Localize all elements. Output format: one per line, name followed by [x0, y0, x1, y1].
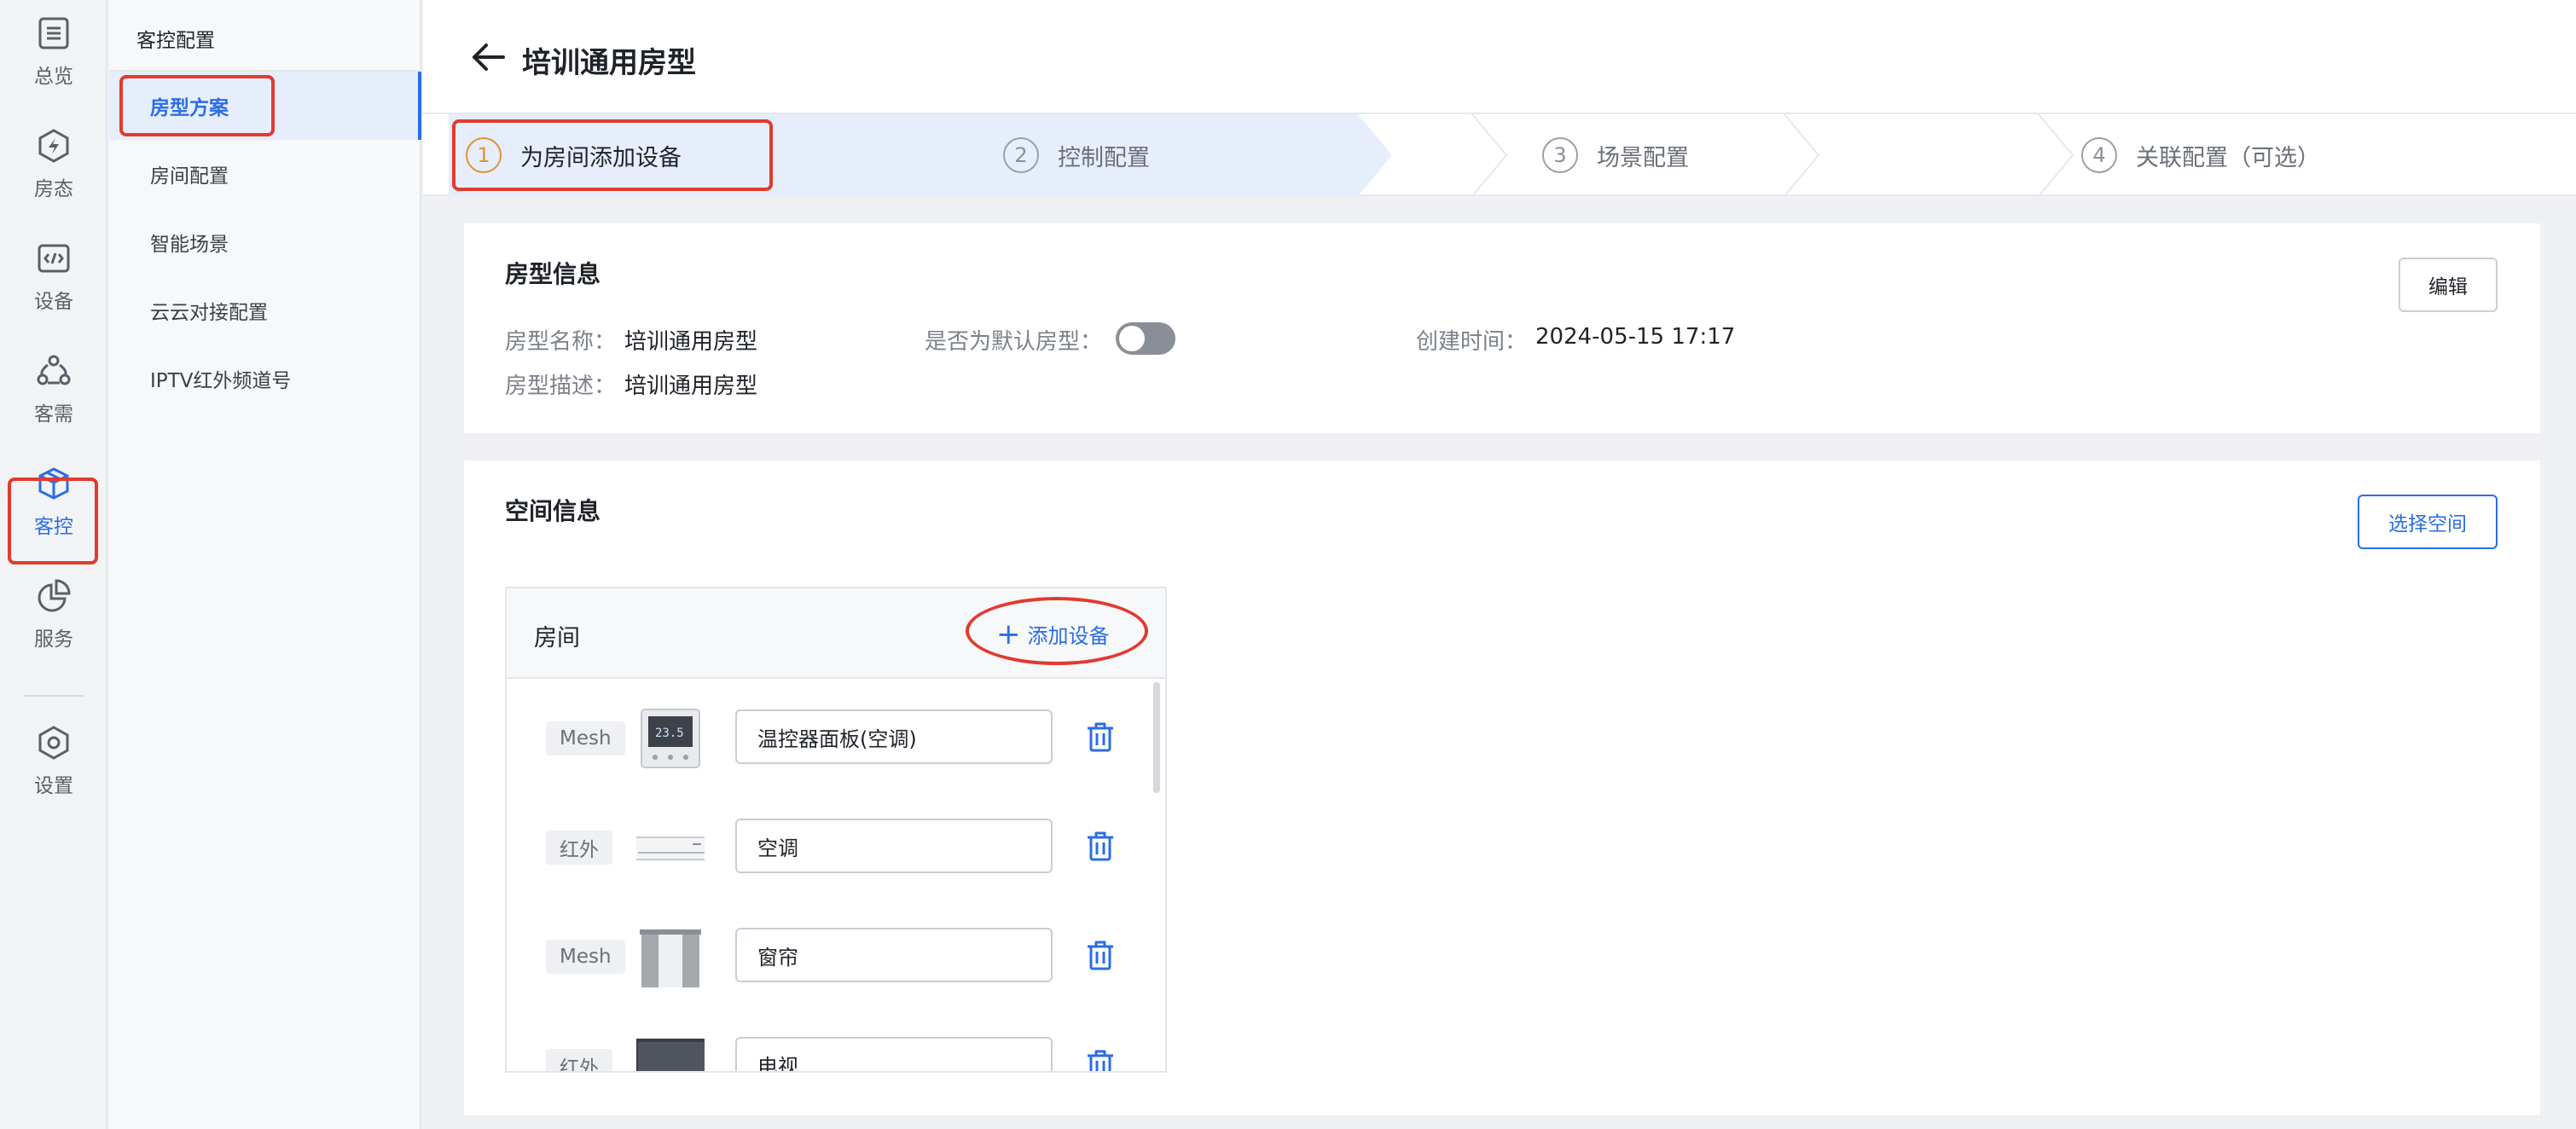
- hexagon-gear-icon: [38, 726, 69, 760]
- submenu-item-label: 房间配置: [150, 165, 229, 188]
- room-name-value: 培训通用房型: [624, 329, 758, 355]
- room-name-label: 房型名称：: [505, 329, 617, 355]
- submenu-item-iptv-channel[interactable]: IPTV红外频道号: [109, 344, 421, 413]
- room-panel: 房间 + 添加设备 Mesh 23.5 红外 M: [505, 587, 1167, 1073]
- submenu-title: 客控配置: [136, 30, 215, 52]
- edit-button[interactable]: 编辑: [2399, 258, 2498, 312]
- step-label: 场景配置: [1597, 144, 1689, 171]
- rail-item-room-status[interactable]: 房态: [0, 118, 107, 211]
- list-icon: [38, 17, 69, 49]
- step-label: 关联配置（可选）: [2136, 144, 2320, 171]
- room-type-info-title: 房型信息: [505, 260, 601, 288]
- step-number: 2: [1003, 137, 1039, 173]
- thermostat-icon: 23.5: [641, 709, 700, 768]
- step-3[interactable]: 3 场景配置: [1542, 114, 1689, 196]
- submenu-item-label: 房型方案: [150, 97, 229, 119]
- rail-label: 设备: [34, 291, 73, 313]
- device-row: Mesh: [507, 900, 1165, 1010]
- step-label: 控制配置: [1058, 144, 1150, 171]
- submenu-item-label: IPTV红外频道号: [150, 370, 292, 392]
- submenu: 客控配置 房型方案 房间配置 智能场景 云云对接配置 IPTV红外频道号: [109, 0, 421, 1129]
- rail-item-service[interactable]: 服务: [0, 568, 107, 662]
- room-header: 房间 + 添加设备: [507, 588, 1165, 679]
- protocol-tag: 红外: [546, 1049, 612, 1071]
- rail-item-settings[interactable]: 设置: [0, 715, 107, 808]
- step-2[interactable]: 2 控制配置: [1003, 114, 1150, 196]
- trash-icon[interactable]: [1083, 1047, 1117, 1073]
- trash-icon[interactable]: [1083, 938, 1117, 972]
- created-time-label: 创建时间：: [1416, 329, 1528, 355]
- rail-divider: [24, 695, 84, 697]
- device-row: 红外: [507, 1010, 1165, 1073]
- space-info-title: 空间信息: [505, 497, 601, 525]
- submenu-item-smart-scene[interactable]: 智能场景: [109, 208, 421, 276]
- protocol-tag: Mesh: [546, 940, 625, 974]
- rail-item-overview[interactable]: 总览: [0, 5, 107, 99]
- rail-item-device[interactable]: 设备: [0, 230, 107, 324]
- protocol-tag: 红外: [546, 831, 612, 865]
- pie-icon: [38, 579, 71, 612]
- submenu-item-room-config[interactable]: 房间配置: [109, 140, 421, 208]
- protocol-tag: Mesh: [546, 721, 625, 756]
- page-header: 培训通用房型: [423, 0, 2576, 114]
- device-name-input[interactable]: [735, 1037, 1053, 1071]
- code-icon: [38, 244, 70, 273]
- rail-label: 服务: [34, 628, 73, 651]
- step-4[interactable]: 4 关联配置（可选）: [2081, 114, 2320, 196]
- rail-label: 房态: [34, 178, 73, 200]
- icon-rail: 总览 房态 设备 客需 客控 服务 设置: [0, 0, 107, 1129]
- room-desc-value: 培训通用房型: [624, 373, 758, 399]
- step-1[interactable]: 1 为房间添加设备: [466, 114, 682, 196]
- submenu-item-label: 智能场景: [150, 234, 229, 256]
- arrow-left-icon[interactable]: [469, 38, 508, 77]
- tv-icon: [636, 1039, 705, 1071]
- trash-icon[interactable]: [1083, 829, 1117, 863]
- cube-icon: [38, 467, 69, 500]
- plus-icon: +: [996, 617, 1021, 651]
- rail-label: 客控: [34, 516, 73, 538]
- default-room-type-label: 是否为默认房型：: [925, 329, 1103, 355]
- submenu-item-cloud-integration[interactable]: 云云对接配置: [109, 276, 421, 344]
- rail-label: 设置: [34, 775, 73, 797]
- svg-text:23.5: 23.5: [655, 727, 684, 740]
- scrollbar-thumb[interactable]: [1153, 682, 1160, 793]
- air-conditioner-icon: [636, 837, 705, 860]
- device-name-input[interactable]: [735, 709, 1053, 764]
- rail-label: 总览: [34, 66, 73, 88]
- step-label: 为房间添加设备: [520, 144, 682, 171]
- submenu-item-label: 云云对接配置: [150, 302, 268, 324]
- bolt-icon: [38, 129, 69, 163]
- rail-label: 客需: [34, 403, 73, 426]
- add-device-button[interactable]: + 添加设备: [996, 619, 1110, 649]
- cluster-icon: [37, 355, 71, 385]
- step-number: 1: [466, 137, 502, 173]
- trash-icon[interactable]: [1083, 720, 1117, 754]
- rail-item-guest-control[interactable]: 客控: [0, 455, 107, 549]
- page-title: 培训通用房型: [522, 46, 696, 80]
- submenu-item-room-type-plan[interactable]: 房型方案: [109, 72, 421, 140]
- room-type-info-card: 房型信息 编辑 房型名称： 培训通用房型 是否为默认房型： 创建时间： 2024…: [464, 223, 2540, 433]
- curtain-icon: [640, 929, 701, 987]
- device-name-input[interactable]: [735, 928, 1053, 982]
- created-time-value: 2024-05-15 17:17: [1535, 324, 1736, 350]
- step-number: 4: [2081, 137, 2117, 173]
- room-desc-label: 房型描述：: [505, 373, 617, 399]
- device-name-input[interactable]: [735, 819, 1053, 873]
- device-row: Mesh 23.5: [507, 682, 1165, 791]
- step-number: 3: [1542, 137, 1578, 173]
- add-device-label: 添加设备: [1027, 624, 1110, 648]
- select-space-button[interactable]: 选择空间: [2358, 495, 2498, 549]
- device-row: 红外: [507, 791, 1165, 900]
- rail-item-guest-needs[interactable]: 客需: [0, 343, 107, 437]
- default-room-type-toggle[interactable]: [1116, 322, 1175, 355]
- room-title: 房间: [534, 625, 580, 651]
